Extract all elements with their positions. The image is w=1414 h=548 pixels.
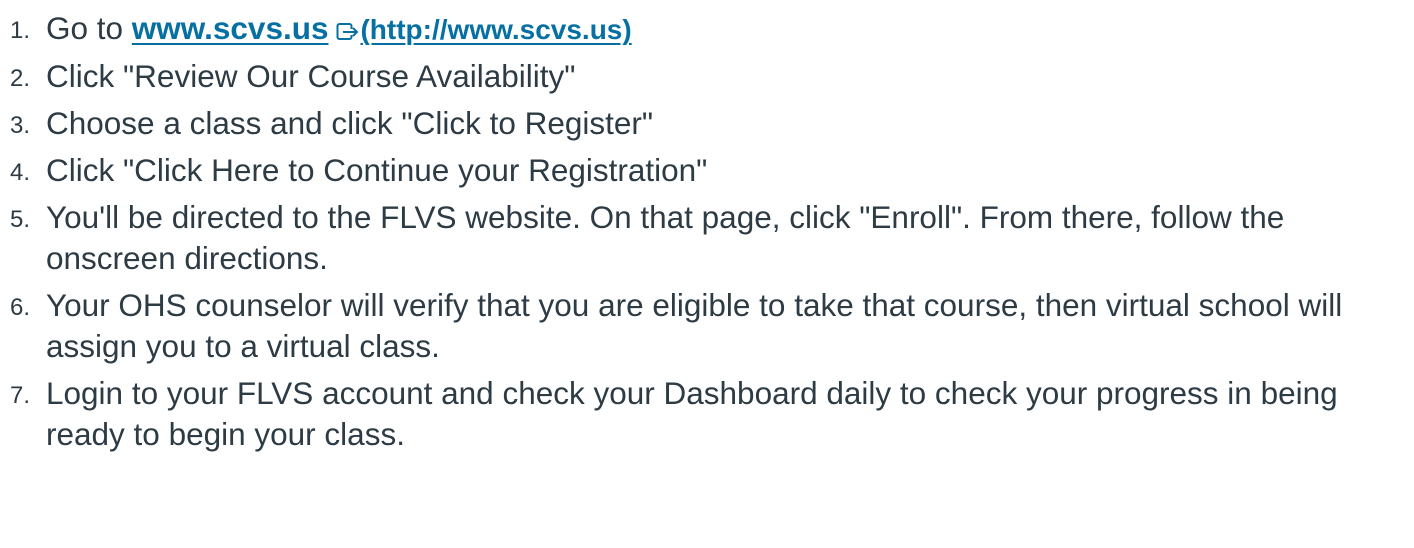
external-link-icon[interactable] [336, 22, 360, 42]
step-text: Click "Click Here to Continue your Regis… [46, 152, 708, 188]
list-item-step-6: 6. Your OHS counselor will verify that y… [10, 285, 1410, 367]
list-item-step-7: 7. Login to your FLVS account and check … [10, 373, 1410, 455]
step-number: 3. [10, 112, 31, 139]
step-text: You'll be directed to the FLVS website. … [46, 199, 1285, 276]
step-text: Your OHS counselor will verify that you … [46, 287, 1343, 364]
list-item-step-2: 2. Click "Review Our Course Availability… [10, 56, 1410, 97]
list-item-step-3: 3. Choose a class and click "Click to Re… [10, 103, 1410, 144]
scvs-link[interactable]: www.scvs.us [132, 10, 329, 46]
step-number: 2. [10, 65, 31, 92]
step-number: 6. [10, 294, 31, 321]
list-item-step-5: 5. You'll be directed to the FLVS websit… [10, 197, 1410, 279]
step-number: 5. [10, 206, 31, 233]
list-item-step-1: 1. Go to www.scvs.us (http://www.scvs.us) [10, 8, 1410, 50]
step-number: 4. [10, 159, 31, 186]
step-text: Choose a class and click "Click to Regis… [46, 105, 654, 141]
step-text: Click "Review Our Course Availability" [46, 58, 576, 94]
step-text-prefix: Go to [46, 10, 132, 46]
step-text: Login to your FLVS account and check you… [46, 375, 1338, 452]
list-item-step-4: 4. Click "Click Here to Continue your Re… [10, 150, 1410, 191]
instructions-list: 1. Go to www.scvs.us (http://www.scvs.us)… [10, 8, 1410, 461]
step-number: 1. [10, 17, 31, 44]
scvs-url-link[interactable]: (http://www.scvs.us) [360, 14, 631, 45]
step-number: 7. [10, 382, 31, 409]
